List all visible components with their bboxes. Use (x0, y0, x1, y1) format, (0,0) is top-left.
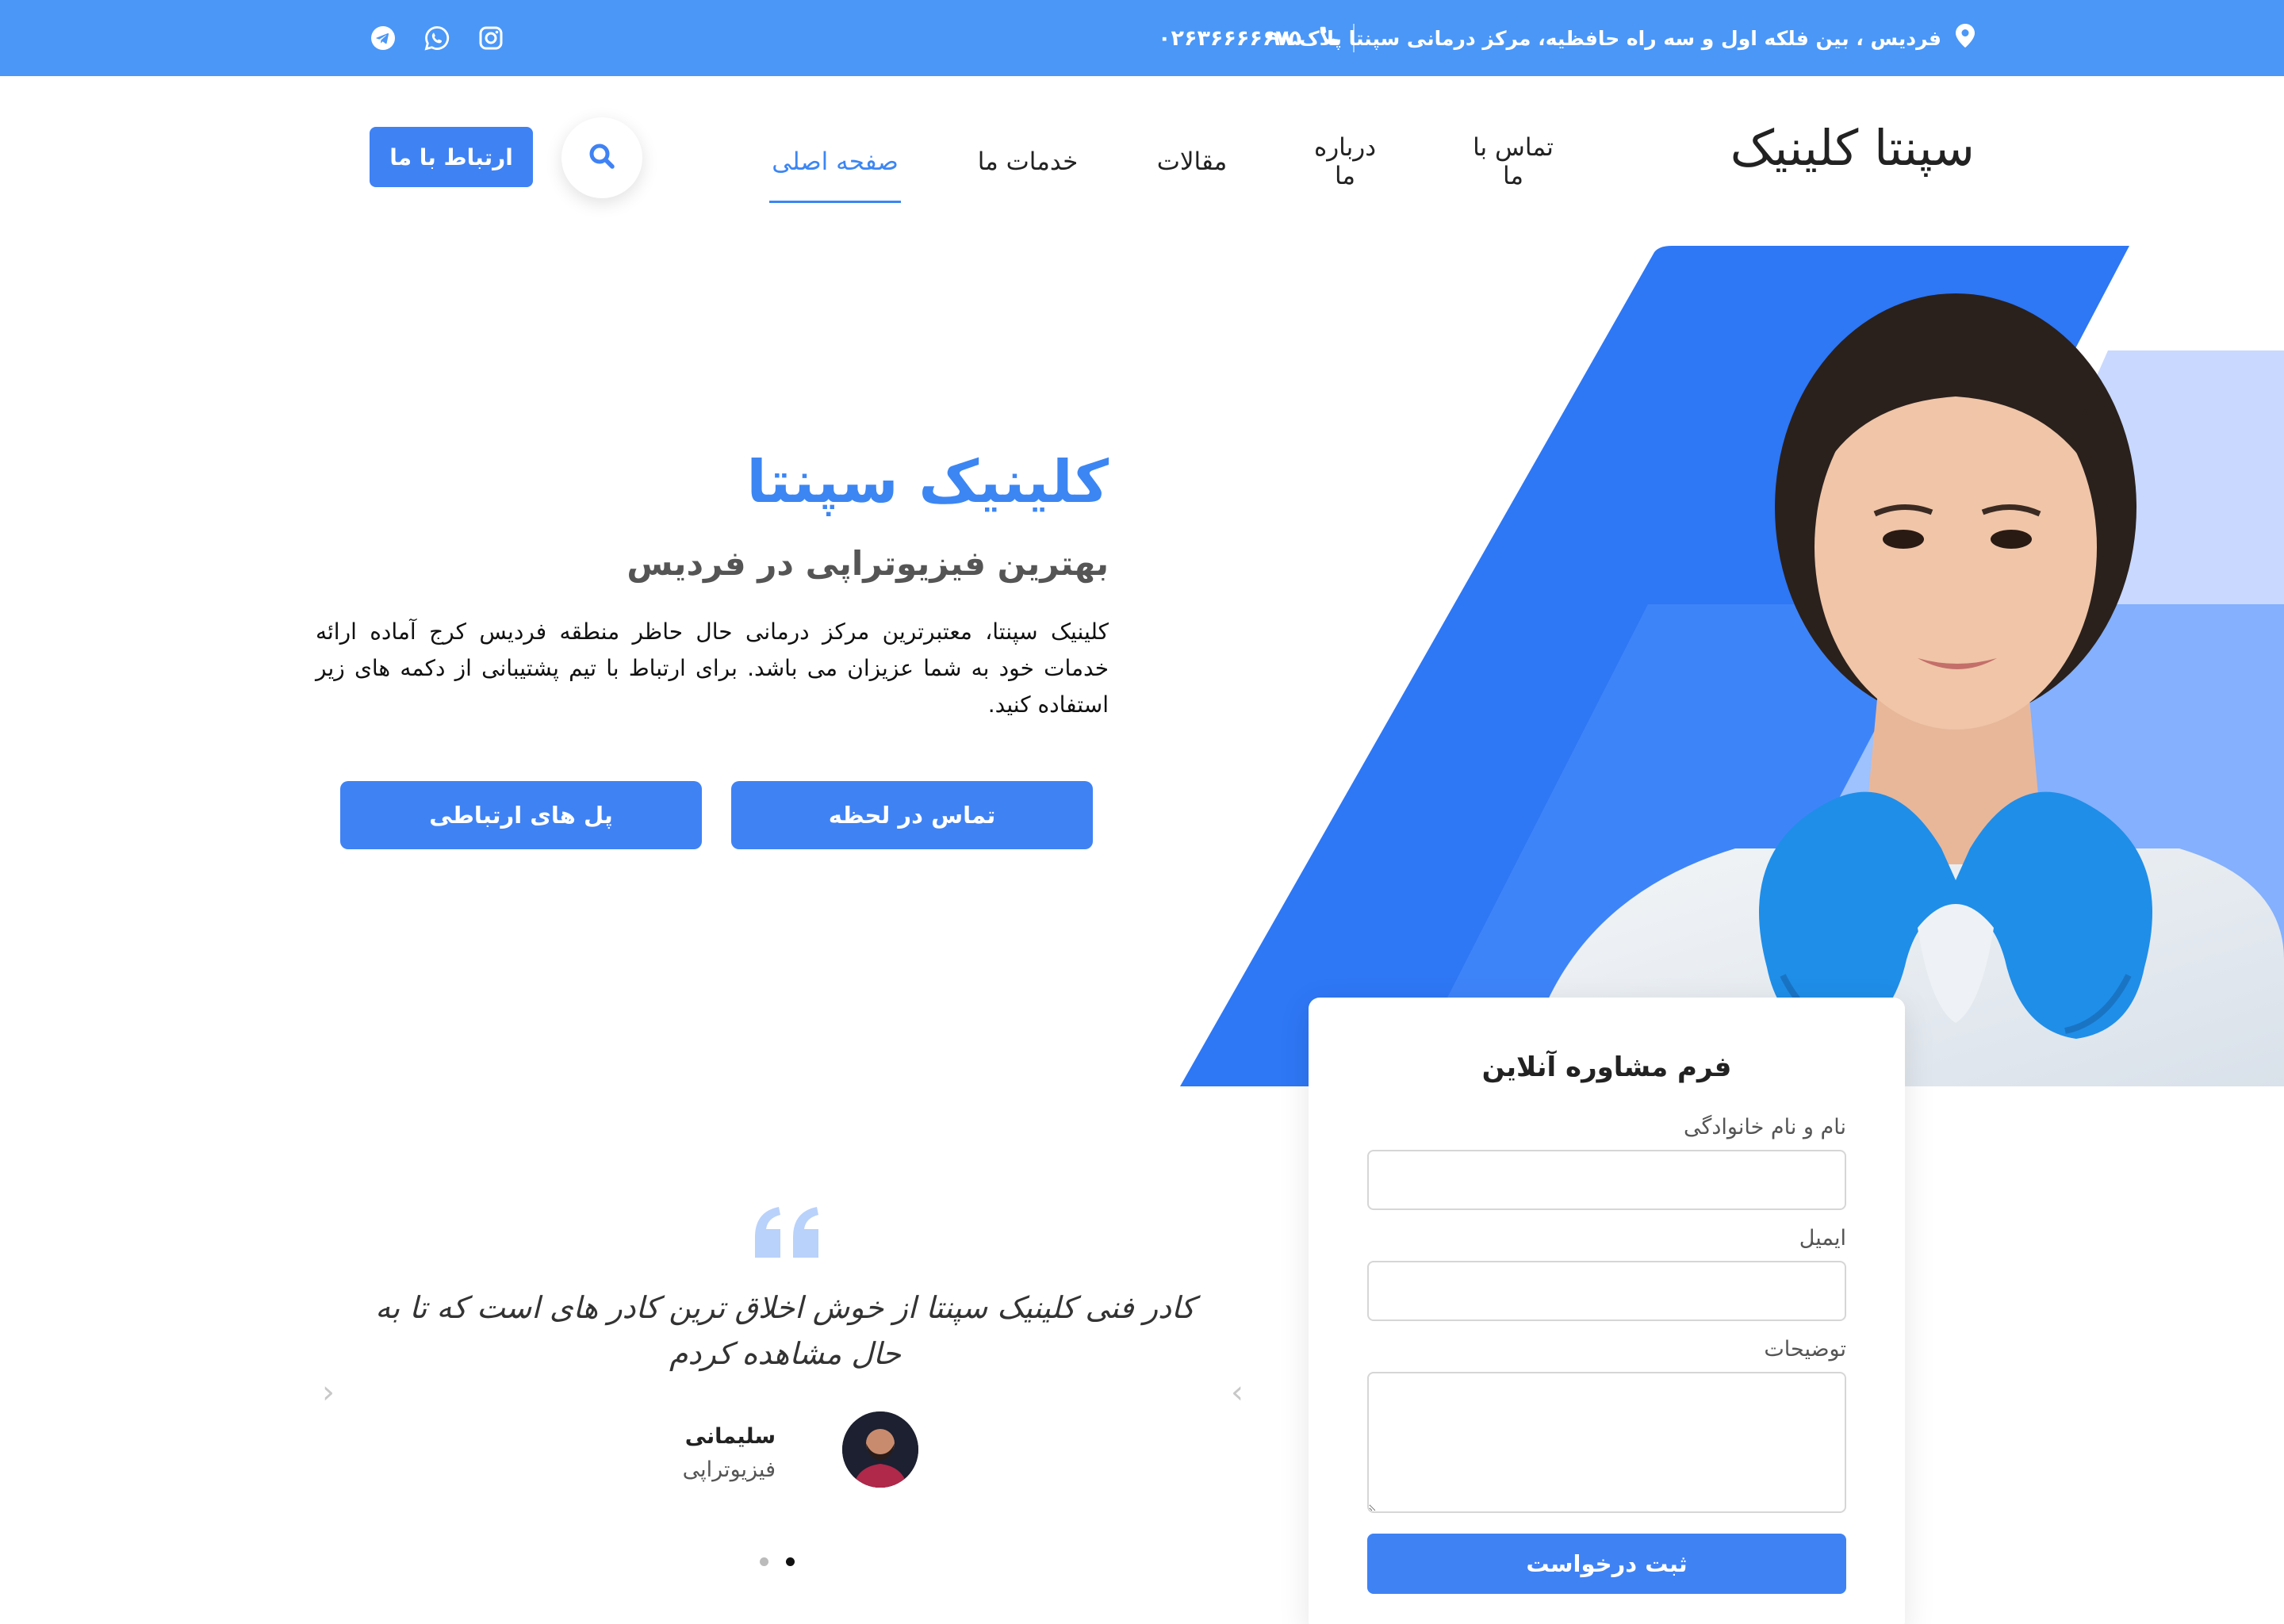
email-label: ایمیل (1799, 1226, 1846, 1251)
nav-about[interactable]: درباره ما (1302, 133, 1388, 190)
search-button[interactable] (561, 117, 642, 198)
nav-home[interactable]: صفحه اصلی (769, 147, 901, 203)
location-pin-icon (1956, 24, 1975, 52)
address-info: فردیس ، بین فلکه اول و سه راه حافظیه، مر… (1268, 0, 1975, 76)
notes-label: توضیحات (1764, 1337, 1846, 1362)
search-icon (588, 143, 615, 173)
instant-call-button[interactable]: تماس در لحظه (731, 781, 1093, 849)
telegram-icon[interactable] (370, 25, 397, 52)
chevron-left-icon[interactable]: ‹ (316, 1377, 335, 1408)
nav-services[interactable]: خدمات ما (975, 147, 1080, 176)
form-title: فرم مشاوره آنلاین (1481, 1051, 1732, 1083)
hero-description: کلینیک سپنتا، معتبرترین مرکز درمانی حال … (316, 619, 1109, 718)
slider-dots (760, 1557, 795, 1566)
name-label: نام و نام خانوادگی (1684, 1115, 1846, 1139)
notes-field[interactable] (1367, 1372, 1846, 1513)
testimonial-quote: کادر فنی کلینیک سپنتا از خوش اخلاق ترین … (375, 1290, 1195, 1371)
divider (1353, 24, 1355, 52)
avatar (842, 1411, 918, 1488)
name-field[interactable] (1367, 1150, 1846, 1210)
top-bar: فردیس ، بین فلکه اول و سه راه حافظیه، مر… (0, 0, 2284, 76)
hero-illustration (1180, 246, 2284, 1086)
phone-number[interactable]: ۰۲۶۳۶۶۶۶۶۷۵ (1158, 26, 1301, 51)
site-logo[interactable]: سپنتا کلینیک (1730, 119, 1975, 177)
hero-subtitle: بهترین فیزیوتراپی در فردیس (627, 544, 1109, 583)
quote-icon (755, 1207, 818, 1258)
nav-articles[interactable]: مقالات (1153, 147, 1231, 176)
slider-dot-active[interactable] (786, 1557, 795, 1566)
contact-us-button[interactable]: ارتباط با ما (370, 127, 533, 187)
chevron-right-icon[interactable]: › (1224, 1377, 1244, 1408)
online-consultation-form: فرم مشاوره آنلاین نام و نام خانوادگی ایم… (1309, 998, 1905, 1624)
social-links (370, 0, 504, 76)
phone-info[interactable]: ۰۲۶۳۶۶۶۶۶۷۵ (1158, 0, 1341, 76)
hero-title: کلینیک سپنتا (746, 448, 1109, 516)
main-nav: تماس با ما درباره ما مقالات خدمات ما صفح… (769, 133, 1564, 203)
submit-request-button[interactable]: ثبت درخواست (1367, 1534, 1846, 1594)
email-field[interactable] (1367, 1261, 1846, 1321)
whatsapp-icon[interactable] (423, 25, 450, 52)
contact-channels-button[interactable]: پل های ارتباطی (340, 781, 702, 849)
testimonial-author: سلیمانی (684, 1424, 776, 1449)
phone-icon (1317, 24, 1341, 53)
testimonial-role: فیزیوتراپی (682, 1457, 776, 1482)
instagram-icon[interactable] (477, 25, 504, 52)
slider-dot[interactable] (760, 1557, 768, 1566)
nav-contact[interactable]: تماس با ما (1462, 133, 1564, 190)
address-text: فردیس ، بین فلکه اول و سه راه حافظیه، مر… (1267, 26, 1941, 50)
